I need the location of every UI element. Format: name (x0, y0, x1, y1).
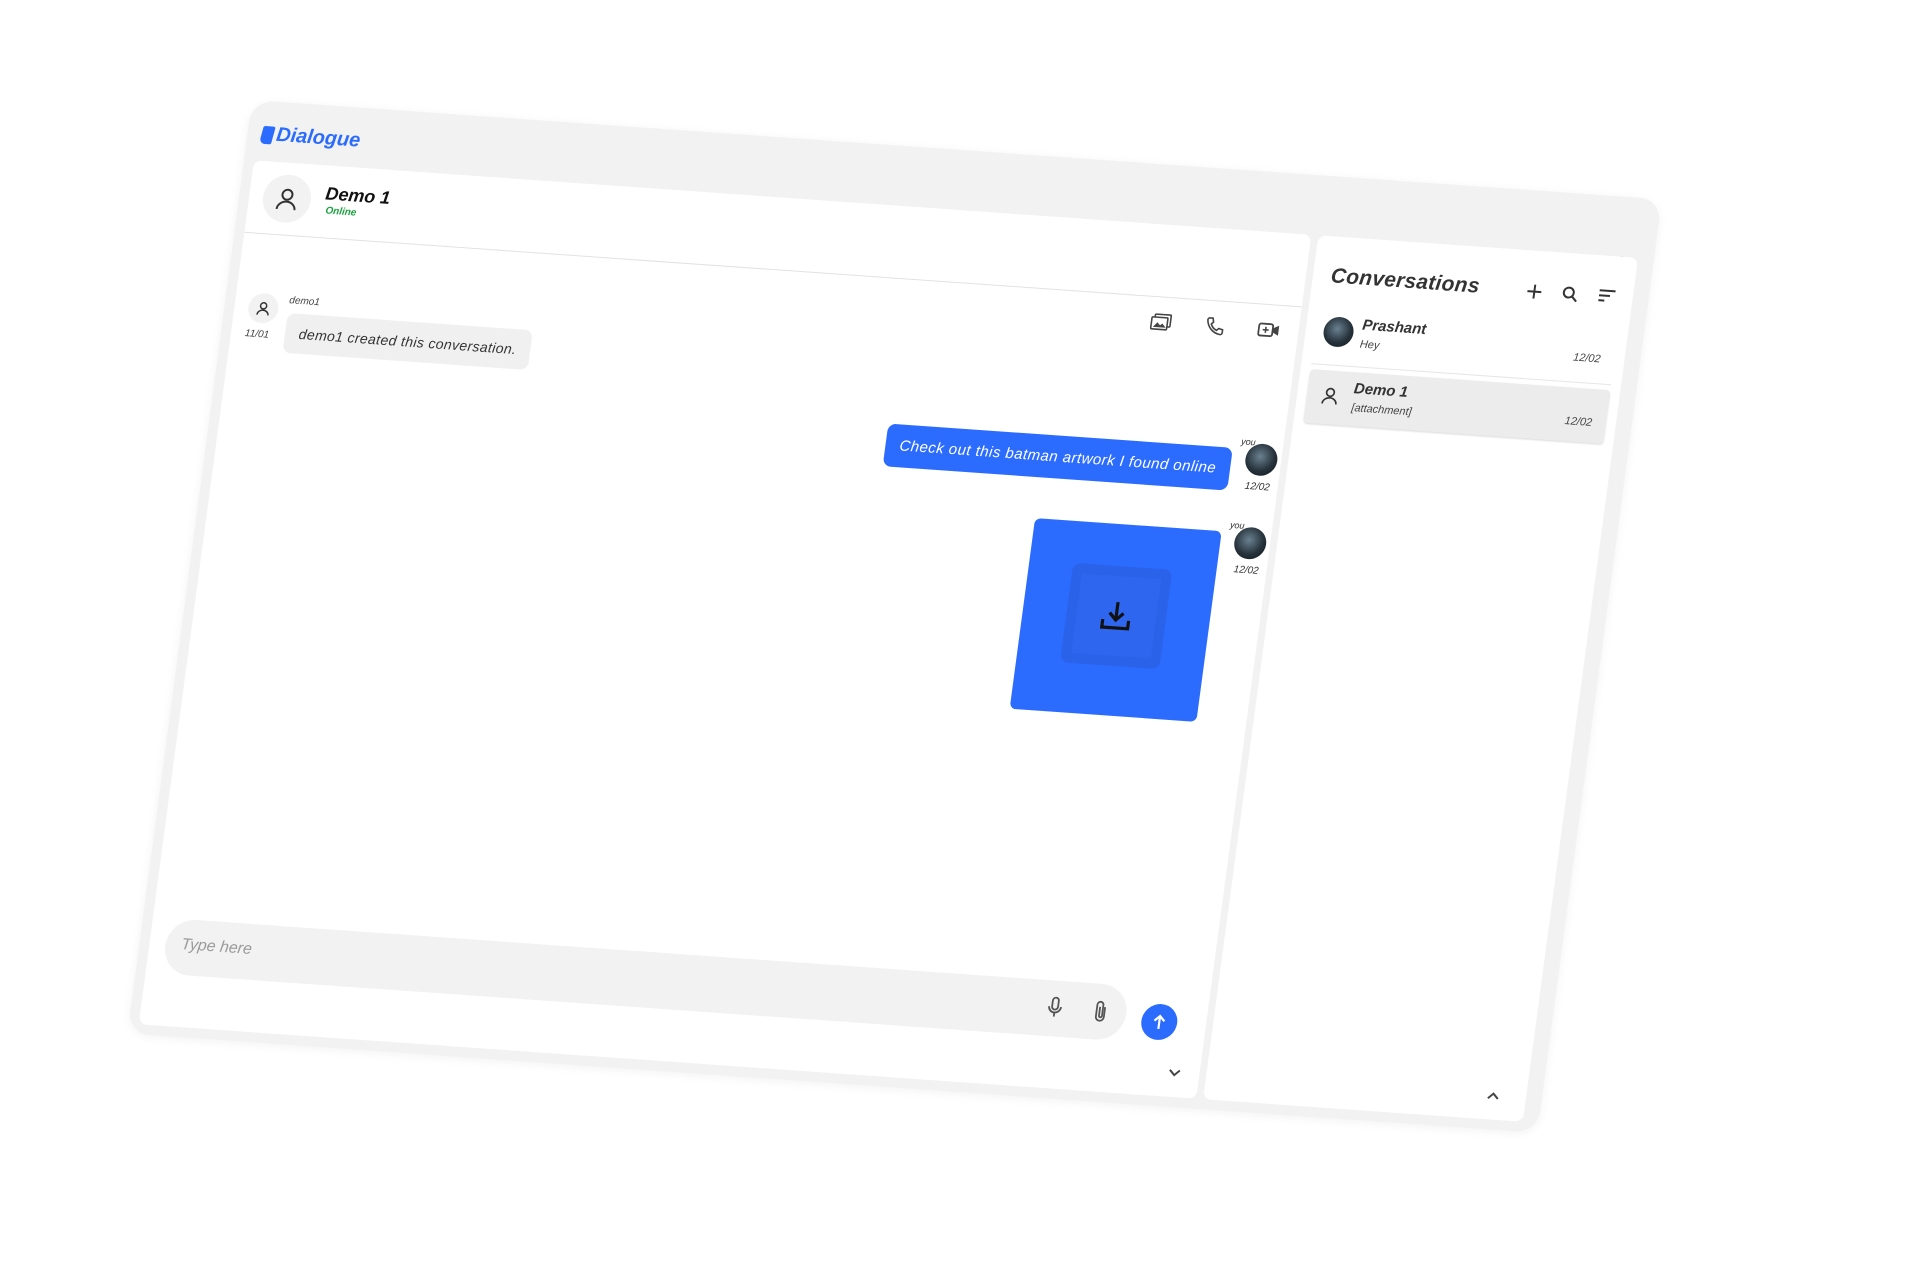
conversation-preview: [attachment] (1350, 402, 1413, 419)
filter-icon[interactable] (1595, 287, 1618, 311)
user-icon (1321, 387, 1337, 405)
message-time: 11/01 (244, 328, 270, 341)
logo-mark-icon (259, 125, 276, 144)
chat-panel: Demo 1 Online demo1 11/01 demo1 created … (138, 160, 1312, 1099)
sender-avatar (1243, 442, 1280, 477)
sender-name: demo1 (288, 295, 321, 309)
conversation-avatar (1321, 316, 1356, 348)
app-window: Dialogue Demo 1 Online demo1 11/01 demo1… (127, 100, 1662, 1133)
video-icon[interactable] (1255, 317, 1282, 343)
scroll-up-chevron-icon[interactable] (1485, 1087, 1501, 1106)
conversation-item[interactable]: Prashant Hey 12/02 (1312, 306, 1619, 381)
sender-avatar (246, 292, 281, 325)
contact-avatar[interactable] (259, 173, 314, 225)
scroll-down-chevron-icon[interactable] (1166, 1065, 1182, 1084)
app-title: Dialogue (274, 123, 362, 152)
message-composer (161, 918, 1131, 1042)
chat-actions (1148, 310, 1282, 343)
app-logo[interactable]: Dialogue (259, 123, 362, 153)
conversation-name: Prashant (1361, 316, 1428, 339)
stage: Dialogue Demo 1 Online demo1 11/01 demo1… (0, 0, 1920, 1280)
outgoing-attachment: you 12/02 (1009, 518, 1269, 722)
conversations-actions (1524, 282, 1618, 311)
plus-icon[interactable] (1524, 282, 1545, 306)
phone-icon[interactable] (1202, 314, 1229, 340)
message-bubble: demo1 created this conversation. (282, 313, 533, 371)
outgoing-message: Check out this batman artwork I found on… (882, 423, 1280, 493)
search-icon[interactable] (1559, 285, 1580, 309)
conversation-time: 12/02 (1572, 351, 1602, 366)
paperclip-icon[interactable] (1090, 999, 1110, 1029)
download-icon (1099, 601, 1131, 631)
chat-header: Demo 1 Online (244, 160, 1312, 308)
message-meta: you 12/02 (1229, 520, 1269, 577)
send-button[interactable] (1139, 1002, 1180, 1042)
message-time: 12/02 (1244, 480, 1271, 494)
conversations-title: Conversations (1329, 264, 1482, 298)
message-meta: you 12/02 (1240, 436, 1280, 493)
download-button[interactable] (1059, 562, 1173, 670)
conversation-preview: Hey (1359, 338, 1381, 352)
arrow-up-icon (1153, 1014, 1166, 1029)
contact-status: Online (324, 205, 358, 219)
conversation-time: 12/02 (1563, 415, 1593, 429)
sender-avatar (1232, 526, 1269, 561)
message-bubble: Check out this batman artwork I found on… (882, 423, 1233, 491)
conversation-name: Demo 1 (1352, 380, 1409, 401)
microphone-icon[interactable] (1045, 996, 1064, 1024)
gallery-icon[interactable] (1148, 310, 1175, 336)
message-input[interactable] (178, 934, 979, 1012)
conversation-avatar (1313, 380, 1347, 412)
attachment-tile[interactable] (1009, 518, 1222, 722)
message-time: 12/02 (1232, 564, 1260, 577)
